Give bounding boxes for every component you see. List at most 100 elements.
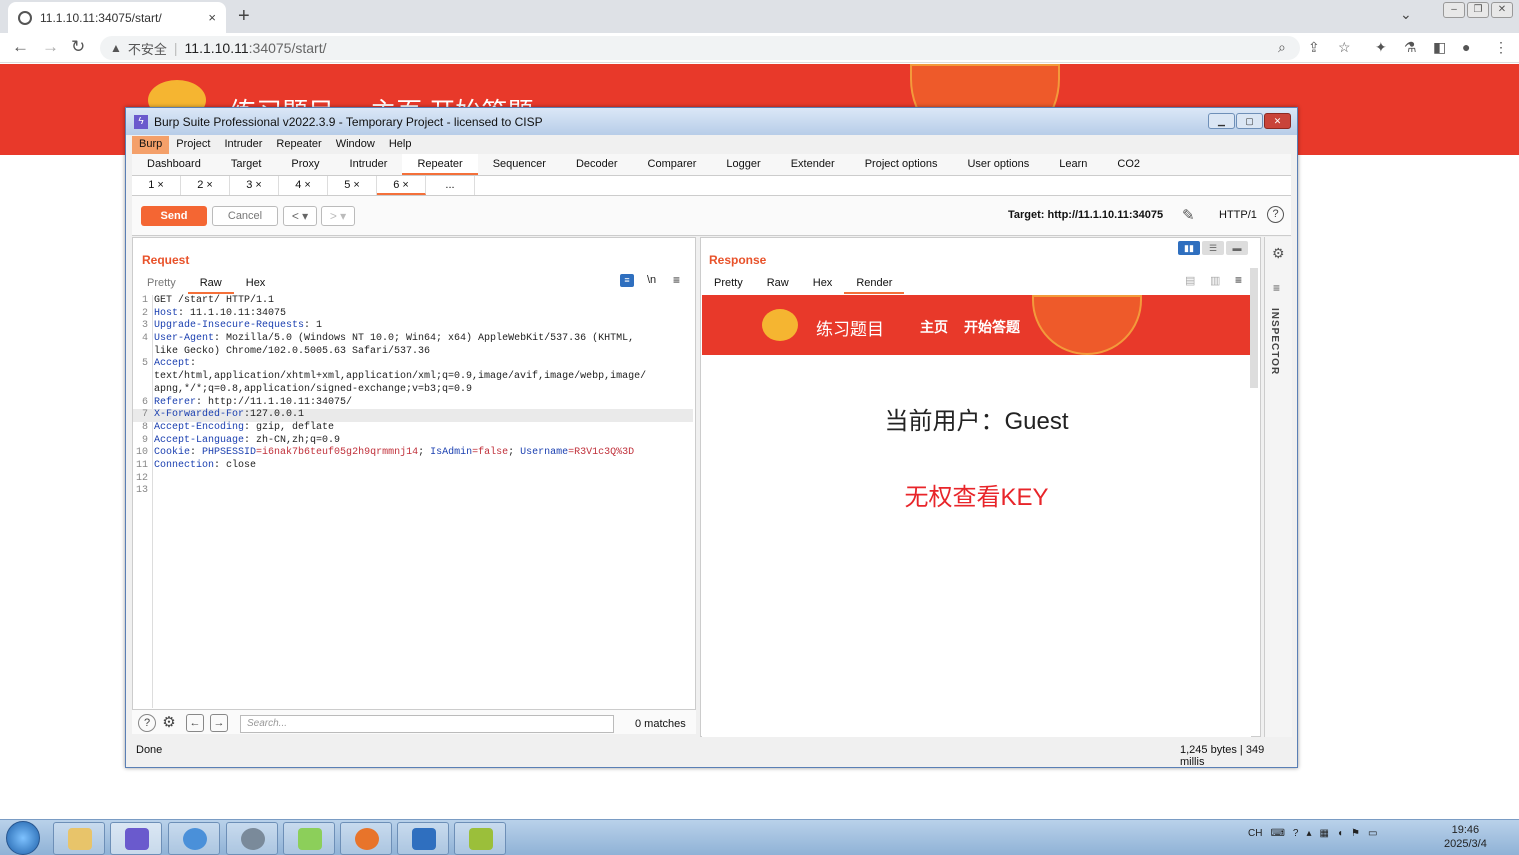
taskbar-terminal[interactable] (454, 822, 506, 855)
layout-tabs-icon[interactable]: ▬ (1226, 241, 1248, 255)
flag-icon[interactable]: ⚑ (1351, 828, 1360, 839)
layout-split-icon[interactable]: ▮▮ (1178, 241, 1200, 255)
ime-indicator[interactable]: CH (1248, 828, 1262, 839)
response-tab-raw[interactable]: Raw (755, 274, 801, 294)
volume-icon[interactable]: ◖ (1337, 828, 1343, 839)
burp-close-button[interactable]: ✕ (1264, 113, 1291, 129)
history-forward-button[interactable]: > ▾ (321, 206, 355, 226)
help-tray-icon[interactable]: ? (1293, 828, 1299, 839)
taskbar-chrome[interactable] (168, 822, 220, 855)
response-tab-pretty[interactable]: Pretty (702, 274, 755, 294)
burp-maximize-button[interactable]: ▢ (1236, 113, 1263, 129)
send-button[interactable]: Send (141, 206, 207, 226)
menu-help[interactable]: Help (382, 136, 419, 154)
tab-user-options[interactable]: User options (952, 154, 1044, 175)
tab-logger[interactable]: Logger (711, 154, 775, 175)
share-icon[interactable]: ⇪ (1308, 39, 1320, 56)
repeater-tab-new[interactable]: ... (426, 176, 475, 195)
newline-toggle[interactable]: \n (647, 274, 656, 286)
search-prev-icon[interactable]: ← (186, 714, 204, 732)
http-version-toggle[interactable]: HTTP/1 (1219, 209, 1257, 221)
sidepanel-icon[interactable]: ◧ (1433, 39, 1446, 56)
menu-window[interactable]: Window (329, 136, 382, 154)
response-tab-hex[interactable]: Hex (801, 274, 845, 294)
request-menu-icon[interactable]: ≡ (673, 273, 680, 287)
tab-search-icon[interactable]: ⌄ (1400, 6, 1412, 23)
repeater-tab-4[interactable]: 4 × (279, 176, 328, 195)
tab-target[interactable]: Target (216, 154, 277, 175)
response-tab-render[interactable]: Render (844, 274, 905, 294)
cancel-button[interactable]: Cancel (212, 206, 278, 226)
search-next-icon[interactable]: → (210, 714, 228, 732)
tab-comparer[interactable]: Comparer (633, 154, 712, 175)
close-button[interactable]: ✕ (1491, 2, 1513, 18)
repeater-tab-3[interactable]: 3 × (230, 176, 279, 195)
repeater-tab-1[interactable]: 1 × (132, 176, 181, 195)
network-icon[interactable]: ▦ (1319, 828, 1328, 839)
render-start-link[interactable]: 开始答题 (964, 317, 1020, 337)
help-icon[interactable]: ? (1267, 206, 1284, 223)
taskbar-explorer[interactable] (53, 822, 105, 855)
layout-stacked-icon[interactable]: ☰ (1202, 241, 1224, 255)
tab-repeater[interactable]: Repeater (402, 154, 478, 175)
tab-co2[interactable]: CO2 (1102, 154, 1155, 175)
tab-intruder[interactable]: Intruder (335, 154, 403, 175)
inspector-settings-icon[interactable]: ⚙ (1272, 245, 1285, 262)
search-help-icon[interactable]: ? (138, 714, 156, 732)
star-icon[interactable]: ☆ (1338, 39, 1351, 56)
request-tab-pretty[interactable]: Pretty (135, 274, 188, 294)
taskbar-python[interactable] (397, 822, 449, 855)
taskbar-notepad[interactable] (283, 822, 335, 855)
lab-icon[interactable]: ⚗ (1404, 39, 1417, 56)
tab-project-options[interactable]: Project options (850, 154, 953, 175)
response-menu-icon[interactable]: ≡ (1235, 273, 1242, 287)
browser-tab[interactable]: 11.1.10.11:34075/start/ × (8, 2, 226, 33)
response-wrap-icon[interactable]: ▤ (1185, 274, 1195, 287)
menu-burp[interactable]: Burp (132, 136, 170, 154)
request-tab-raw[interactable]: Raw (187, 274, 234, 294)
minimize-button[interactable]: – (1443, 2, 1465, 18)
omnibox[interactable]: ▲ 不安全 | 11.1.10.11 :34075/start/ (100, 36, 1300, 60)
profile-icon[interactable]: ● (1462, 39, 1470, 55)
new-tab-button[interactable]: + (238, 5, 250, 28)
taskbar-burp[interactable] (110, 822, 162, 855)
display-icon[interactable]: ▭ (1368, 828, 1377, 839)
restore-button[interactable]: ❐ (1467, 2, 1489, 18)
menu-repeater[interactable]: Repeater (269, 136, 328, 154)
keyboard-icon[interactable]: ⌨ (1270, 828, 1284, 839)
zoom-icon[interactable]: ⌕ (1278, 39, 1286, 56)
burp-minimize-button[interactable]: ▁ (1208, 113, 1235, 129)
tray-expand-icon[interactable]: ▴ (1306, 828, 1311, 839)
request-tab-hex[interactable]: Hex (234, 274, 278, 294)
edit-target-icon[interactable]: ✎ (1182, 206, 1195, 224)
tab-extender[interactable]: Extender (776, 154, 850, 175)
tab-sequencer[interactable]: Sequencer (478, 154, 561, 175)
tab-proxy[interactable]: Proxy (276, 154, 334, 175)
menu-project[interactable]: Project (169, 136, 217, 154)
menu-icon[interactable]: ⋮ (1494, 39, 1508, 56)
history-back-button[interactable]: < ▾ (283, 206, 317, 226)
taskbar-tool[interactable] (226, 822, 278, 855)
response-newline-icon[interactable]: ▥ (1210, 274, 1220, 287)
response-scrollbar[interactable] (1250, 268, 1258, 388)
start-button[interactable] (6, 821, 40, 855)
search-input[interactable]: Search... (240, 715, 614, 733)
reload-icon[interactable]: ↻ (71, 37, 85, 57)
tab-learn[interactable]: Learn (1044, 154, 1102, 175)
search-settings-icon[interactable]: ⚙ (160, 714, 178, 732)
tab-close-icon[interactable]: × (208, 10, 216, 25)
request-editor[interactable]: 1 GET /start/ HTTP/1.1 2 Host: 11.1.10.11:… (133, 295, 693, 498)
back-icon[interactable]: ← (12, 37, 29, 57)
tab-decoder[interactable]: Decoder (561, 154, 633, 175)
clock[interactable]: 19:46 2025/3/4 (1444, 823, 1487, 851)
repeater-tab-2[interactable]: 2 × (181, 176, 230, 195)
forward-icon[interactable]: → (42, 37, 59, 57)
render-home-link[interactable]: 主页 (920, 317, 948, 337)
menu-intruder[interactable]: Intruder (218, 136, 270, 154)
repeater-tab-5[interactable]: 5 × (328, 176, 377, 195)
wrap-toggle-icon[interactable]: ≡ (620, 274, 634, 287)
inspector-label[interactable]: INSPECTOR (1269, 308, 1280, 375)
tab-dashboard[interactable]: Dashboard (132, 154, 216, 175)
inspector-filter-icon[interactable]: ≡ (1273, 281, 1280, 295)
repeater-tab-6[interactable]: 6 × (377, 176, 426, 195)
